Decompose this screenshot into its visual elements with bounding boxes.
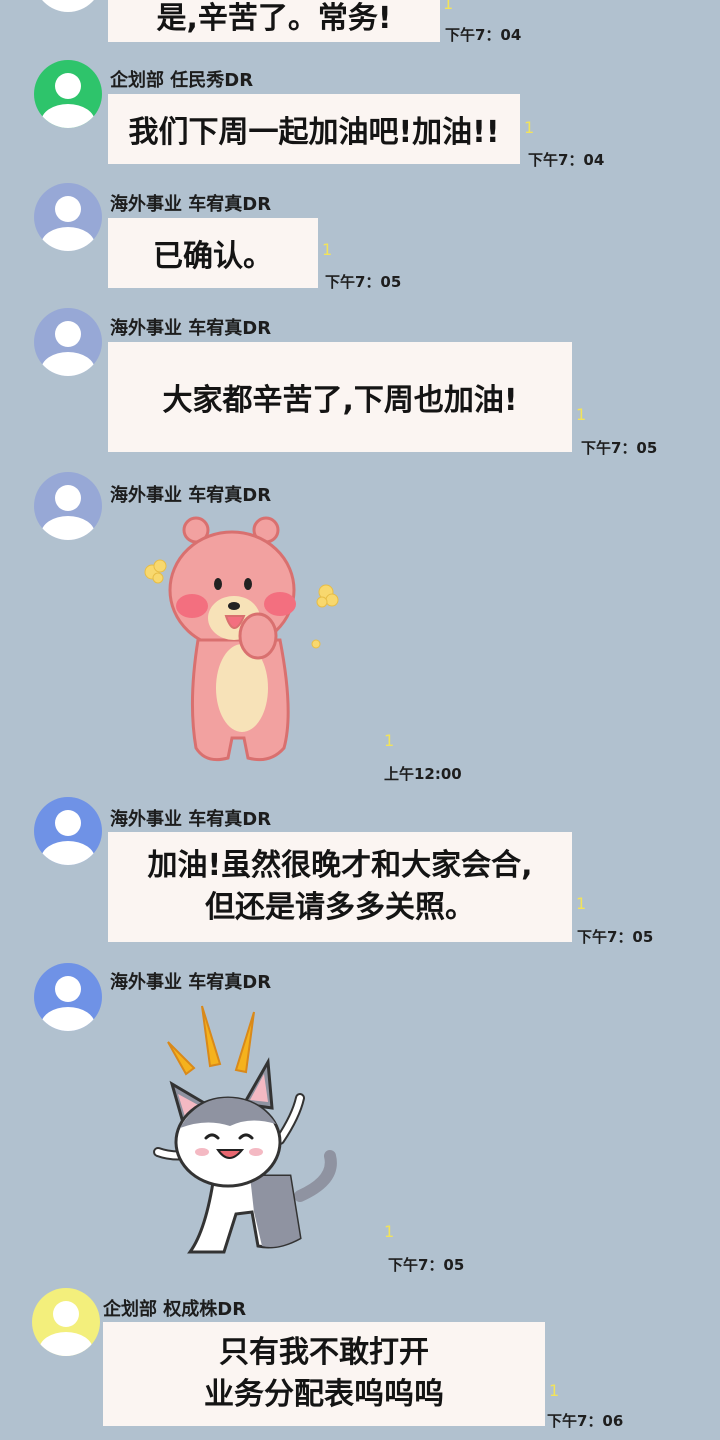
sender-avatar[interactable]: [34, 0, 102, 12]
default-user-icon: [34, 472, 102, 540]
message-text: 大家都辛苦了,下周也加油!: [162, 383, 518, 418]
message-text: 我们下周一起加油吧!加油!!: [128, 115, 500, 150]
default-user-icon: [34, 183, 102, 251]
unread-count: 1: [549, 1381, 560, 1400]
message-time: 下午7：05: [325, 273, 402, 291]
sender-name: 企划部 任民秀DR: [110, 70, 254, 91]
default-user-icon: [34, 797, 102, 865]
unread-count: 1: [322, 240, 333, 259]
sender-name: 海外事业 车宥真DR: [110, 194, 272, 215]
cheering-cat-sticker[interactable]: [150, 1000, 340, 1264]
message-time: 下午7：05: [577, 928, 654, 946]
unread-count: 1: [443, 0, 454, 13]
unread-count: 1: [524, 118, 535, 137]
sender-name: 海外事业 车宥真DR: [110, 318, 272, 339]
default-user-icon: [34, 60, 102, 128]
sender-name: 企划部 权成株DR: [103, 1299, 247, 1320]
sender-name: 海外事业 车宥真DR: [110, 809, 272, 830]
sender-avatar[interactable]: [34, 60, 102, 128]
sender-name: 海外事业 车宥真DR: [110, 485, 272, 506]
unread-count: 1: [576, 894, 587, 913]
sender-avatar[interactable]: [34, 797, 102, 865]
unread-count: 1: [384, 731, 395, 750]
unread-count: 1: [384, 1222, 395, 1241]
message-time: 下午7：04: [528, 151, 605, 169]
message-text: 业务分配表呜呜呜: [204, 1377, 444, 1412]
unread-count: 1: [576, 405, 587, 424]
message-bubble: 大家都辛苦了,下周也加油!: [108, 342, 572, 452]
sender-avatar[interactable]: [34, 183, 102, 251]
message-bubble: 我们下周一起加油吧!加油!!: [108, 94, 520, 164]
message-bubble: 加油!虽然很晚才和大家会合, 但还是请多多关照。: [108, 832, 572, 942]
sender-avatar[interactable]: [32, 1288, 100, 1356]
message-text: 只有我不敢打开: [219, 1335, 429, 1370]
message-time: 下午7：04: [445, 26, 522, 44]
message-time: 下午7：05: [581, 439, 658, 457]
message-time: 下午7：05: [388, 1256, 465, 1274]
message-bubble: 只有我不敢打开 业务分配表呜呜呜: [103, 1322, 545, 1426]
sender-avatar[interactable]: [34, 472, 102, 540]
sender-avatar[interactable]: [34, 963, 102, 1031]
sender-avatar[interactable]: [34, 308, 102, 376]
message-time: 下午7：06: [547, 1412, 624, 1430]
default-user-icon: [34, 963, 102, 1031]
message-bubble: 是,辛苦了。常务!: [108, 0, 440, 42]
message-text: 是,辛苦了。常务!: [156, 1, 392, 36]
message-text: 但还是请多多关照。: [205, 890, 475, 925]
default-user-icon: [34, 308, 102, 376]
sender-name: 海外事业 车宥真DR: [110, 972, 272, 993]
default-user-icon: [32, 1288, 100, 1356]
message-text: 加油!虽然很晚才和大家会合,: [147, 848, 533, 883]
message-bubble: 已确认。: [108, 218, 318, 288]
message-time: 上午12:00: [384, 765, 462, 783]
pink-bear-sticker[interactable]: [138, 512, 354, 768]
message-text: 已确认。: [153, 239, 273, 274]
